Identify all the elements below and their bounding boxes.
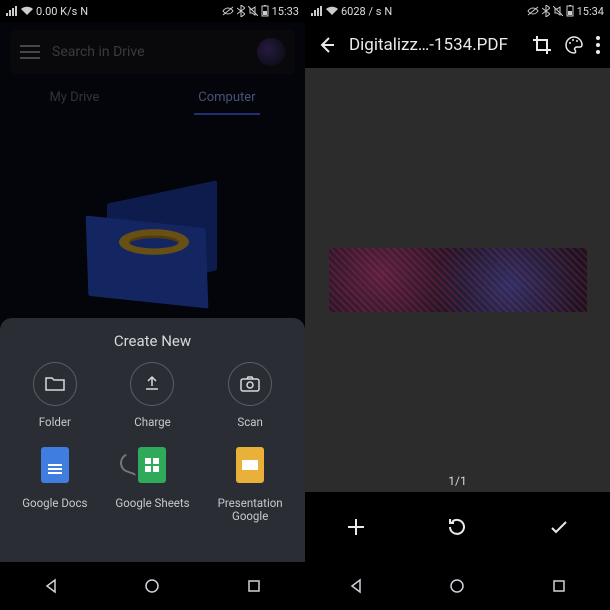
search-bar[interactable]: Search in Drive (10, 30, 295, 74)
create-sheets-label: Google Sheets (115, 497, 189, 510)
create-upload[interactable]: Charge (104, 362, 202, 429)
more-icon[interactable] (596, 36, 600, 54)
sheet-title: Create New (6, 332, 299, 350)
status-net: 6028 / s (341, 5, 381, 18)
nav-home[interactable] (141, 575, 163, 597)
crop-icon[interactable] (532, 35, 552, 55)
confirm-button[interactable] (547, 515, 571, 539)
palette-icon[interactable] (564, 35, 584, 55)
signal-icon (6, 6, 18, 16)
sheets-icon (138, 447, 166, 483)
create-scan[interactable]: Scan (201, 362, 299, 429)
status-carrier: N (384, 5, 392, 18)
create-folder-label: Folder (39, 416, 71, 429)
eye-off-icon (222, 6, 234, 16)
bluetooth-icon (237, 5, 245, 17)
nav-home[interactable] (446, 575, 468, 597)
add-page-button[interactable] (344, 515, 368, 539)
create-scan-label: Scan (237, 416, 262, 429)
create-docs-label: Google Docs (22, 497, 87, 510)
status-carrier: N (80, 5, 88, 18)
drive-illustration (0, 182, 305, 302)
mute-icon (248, 6, 258, 16)
wifi-icon (21, 6, 33, 16)
slides-icon (236, 447, 264, 483)
create-folder[interactable]: Folder (6, 362, 104, 429)
create-slides[interactable]: Presentation Google (201, 443, 299, 523)
nav-recent[interactable] (548, 575, 570, 597)
screen-scan-preview: 6028 / s N 15:34 Digitalizz…-1534.PDF 1/… (305, 0, 610, 610)
upload-icon (143, 375, 161, 393)
eye-off-icon (527, 6, 539, 16)
docs-icon (41, 447, 69, 483)
status-bar: 6028 / s N 15:34 (305, 0, 610, 22)
status-time: 15:34 (577, 5, 604, 18)
bluetooth-icon (542, 5, 550, 17)
screen-drive: 0.00 K/s N 15:33 Search in Drive My Driv… (0, 0, 305, 610)
scanned-image (329, 248, 587, 312)
tab-computer[interactable]: Computer (194, 82, 259, 115)
page-indicator: 1/1 (305, 474, 610, 488)
battery-icon (566, 5, 574, 17)
mute-icon (553, 6, 563, 16)
retake-button[interactable] (445, 515, 469, 539)
create-slides-label: Presentation Google (218, 497, 283, 523)
tab-my-drive[interactable]: My Drive (45, 82, 103, 115)
scan-preview-area[interactable] (305, 68, 610, 492)
create-new-sheet: Create New Folder Charge Scan Google Doc… (0, 318, 305, 562)
status-net: 0.00 K/s (36, 5, 77, 18)
status-time: 15:33 (272, 5, 299, 18)
menu-icon[interactable] (20, 45, 40, 59)
android-nav (305, 562, 610, 610)
battery-icon (261, 5, 269, 17)
create-docs[interactable]: Google Docs (6, 443, 104, 523)
nav-back[interactable] (345, 575, 367, 597)
scan-actionbar (305, 492, 610, 562)
camera-icon (240, 376, 260, 392)
android-nav (0, 562, 305, 610)
status-bar: 0.00 K/s N 15:33 (0, 0, 305, 22)
nav-recent[interactable] (243, 575, 265, 597)
nav-back[interactable] (40, 575, 62, 597)
signal-icon (311, 6, 323, 16)
wifi-icon (326, 6, 338, 16)
avatar[interactable] (257, 38, 285, 66)
scan-toolbar: Digitalizz…-1534.PDF (305, 22, 610, 68)
search-placeholder: Search in Drive (52, 44, 245, 60)
drive-tabs: My Drive Computer (0, 82, 305, 115)
create-sheets[interactable]: Google Sheets (104, 443, 202, 523)
create-upload-label: Charge (134, 416, 170, 429)
document-title: Digitalizz…-1534.PDF (349, 35, 520, 55)
back-arrow-icon[interactable] (315, 34, 337, 56)
folder-icon (45, 376, 65, 392)
